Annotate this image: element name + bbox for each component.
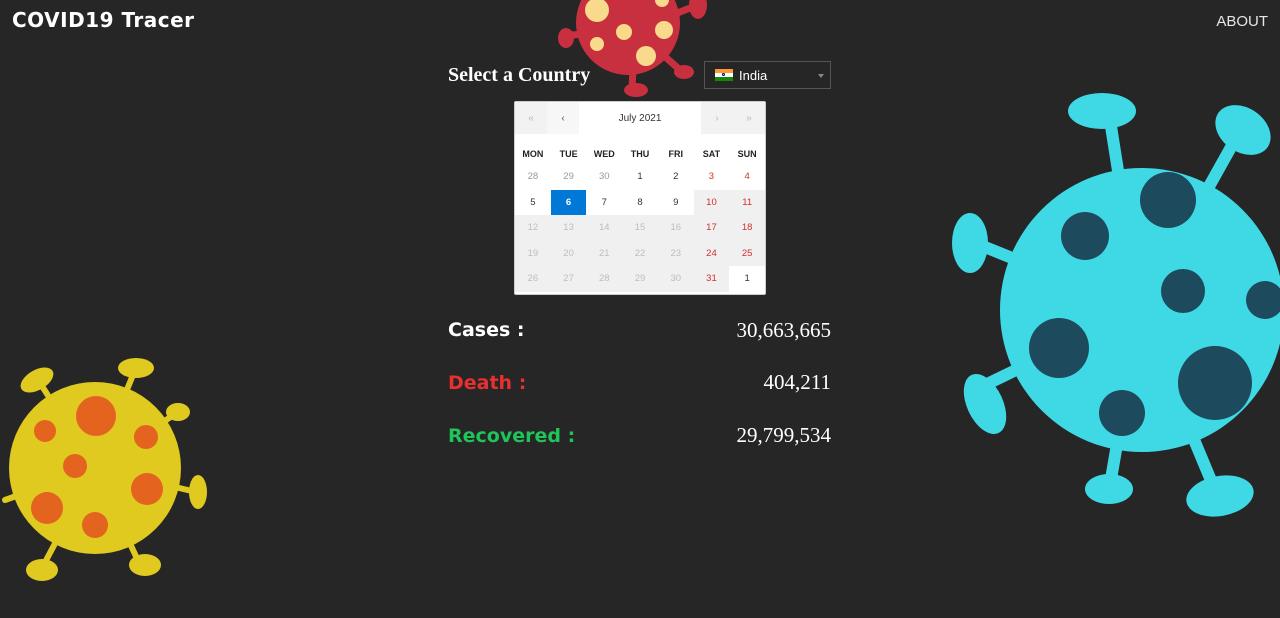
calendar-week: 19 20 21 22 23 24 25 <box>515 240 766 266</box>
virus-icon-cyan <box>952 93 1280 517</box>
calendar-day: 29 <box>622 266 658 292</box>
calendar-day: 18 <box>729 215 766 241</box>
calendar-day: 15 <box>622 215 658 241</box>
calendar-day[interactable]: 7 <box>586 190 622 216</box>
weekday-label: SUN <box>737 149 757 159</box>
death-label: Death : <box>448 372 527 394</box>
calendar-day: 20 <box>550 240 587 266</box>
weekday-label: SAT <box>702 149 721 159</box>
calendar-week: 5 6 7 8 9 10 11 <box>515 189 766 216</box>
calendar-day: 1 <box>744 273 750 284</box>
date-picker-calendar: « ‹ July 2021 › » MON TUE WED THU FRI SA… <box>514 101 766 295</box>
calendar-day[interactable]: 29 <box>551 164 587 190</box>
calendar-day: 17 <box>693 215 730 241</box>
calendar-week: 26 27 28 29 30 31 1 <box>515 266 765 292</box>
calendar-day[interactable]: 1 <box>622 164 658 190</box>
calendar-week: 12 13 14 15 16 17 18 <box>515 215 766 241</box>
calendar-day: 24 <box>693 240 730 266</box>
calendar-day[interactable]: 5 <box>515 190 551 216</box>
calendar-day: 16 <box>657 215 694 241</box>
recovered-label: Recovered : <box>448 425 576 447</box>
next-year-button[interactable]: » <box>733 102 765 134</box>
cases-label: Cases : <box>448 319 525 341</box>
country-dropdown[interactable]: India <box>704 61 831 89</box>
calendar-day: 21 <box>586 240 623 266</box>
calendar-day[interactable]: 2 <box>658 164 694 190</box>
calendar-header: « ‹ July 2021 › » <box>515 102 765 134</box>
calendar-day: 12 <box>515 215 551 241</box>
prev-month-button[interactable]: ‹ <box>547 102 579 134</box>
chevron-down-icon <box>818 74 824 78</box>
weekday-label: FRI <box>668 149 683 159</box>
calendar-day: 14 <box>586 215 623 241</box>
calendar-day[interactable]: 4 <box>729 164 765 190</box>
calendar-day: 28 <box>586 266 623 292</box>
calendar-day: 26 <box>515 266 551 292</box>
brand-logo[interactable]: COVID19 Tracer <box>12 8 195 32</box>
calendar-day[interactable]: 3 <box>694 164 730 190</box>
calendar-day: 30 <box>657 266 694 292</box>
calendar-day[interactable]: 28 <box>515 164 551 190</box>
calendar-day-selected[interactable]: 6 <box>550 189 587 215</box>
calendar-day: 31 <box>693 266 730 292</box>
calendar-day: 19 <box>515 240 551 266</box>
calendar-day[interactable]: 9 <box>658 190 694 216</box>
calendar-week: 28 29 30 1 2 3 4 <box>515 164 765 190</box>
weekday-header: MON TUE WED THU FRI SAT SUN <box>515 144 765 164</box>
india-flag-icon <box>715 69 733 81</box>
calendar-day: 23 <box>657 240 694 266</box>
about-link[interactable]: ABOUT <box>1216 13 1268 30</box>
calendar-day[interactable]: 30 <box>586 164 622 190</box>
prev-year-button[interactable]: « <box>515 102 547 134</box>
calendar-day: 10 <box>693 189 730 215</box>
recovered-value: 29,799,534 <box>736 423 832 447</box>
virus-icon-yellow <box>2 358 207 581</box>
calendar-day[interactable]: 8 <box>622 190 658 216</box>
weekday-label: WED <box>593 149 615 159</box>
weekday-label: THU <box>630 149 650 159</box>
calendar-day: 11 <box>729 189 766 215</box>
cases-value: 30,663,665 <box>736 318 832 342</box>
next-month-button[interactable]: › <box>701 102 733 134</box>
calendar-day: 22 <box>622 240 658 266</box>
calendar-day: 13 <box>550 215 587 241</box>
select-country-label: Select a Country <box>448 64 591 86</box>
weekday-label: TUE <box>559 149 578 159</box>
death-value: 404,211 <box>763 370 831 394</box>
calendar-day: 27 <box>550 266 587 292</box>
calendar-month-label[interactable]: July 2021 <box>579 102 701 134</box>
country-selected-value: India <box>739 67 768 83</box>
calendar-day: 25 <box>729 240 766 266</box>
weekday-label: MON <box>522 149 544 159</box>
